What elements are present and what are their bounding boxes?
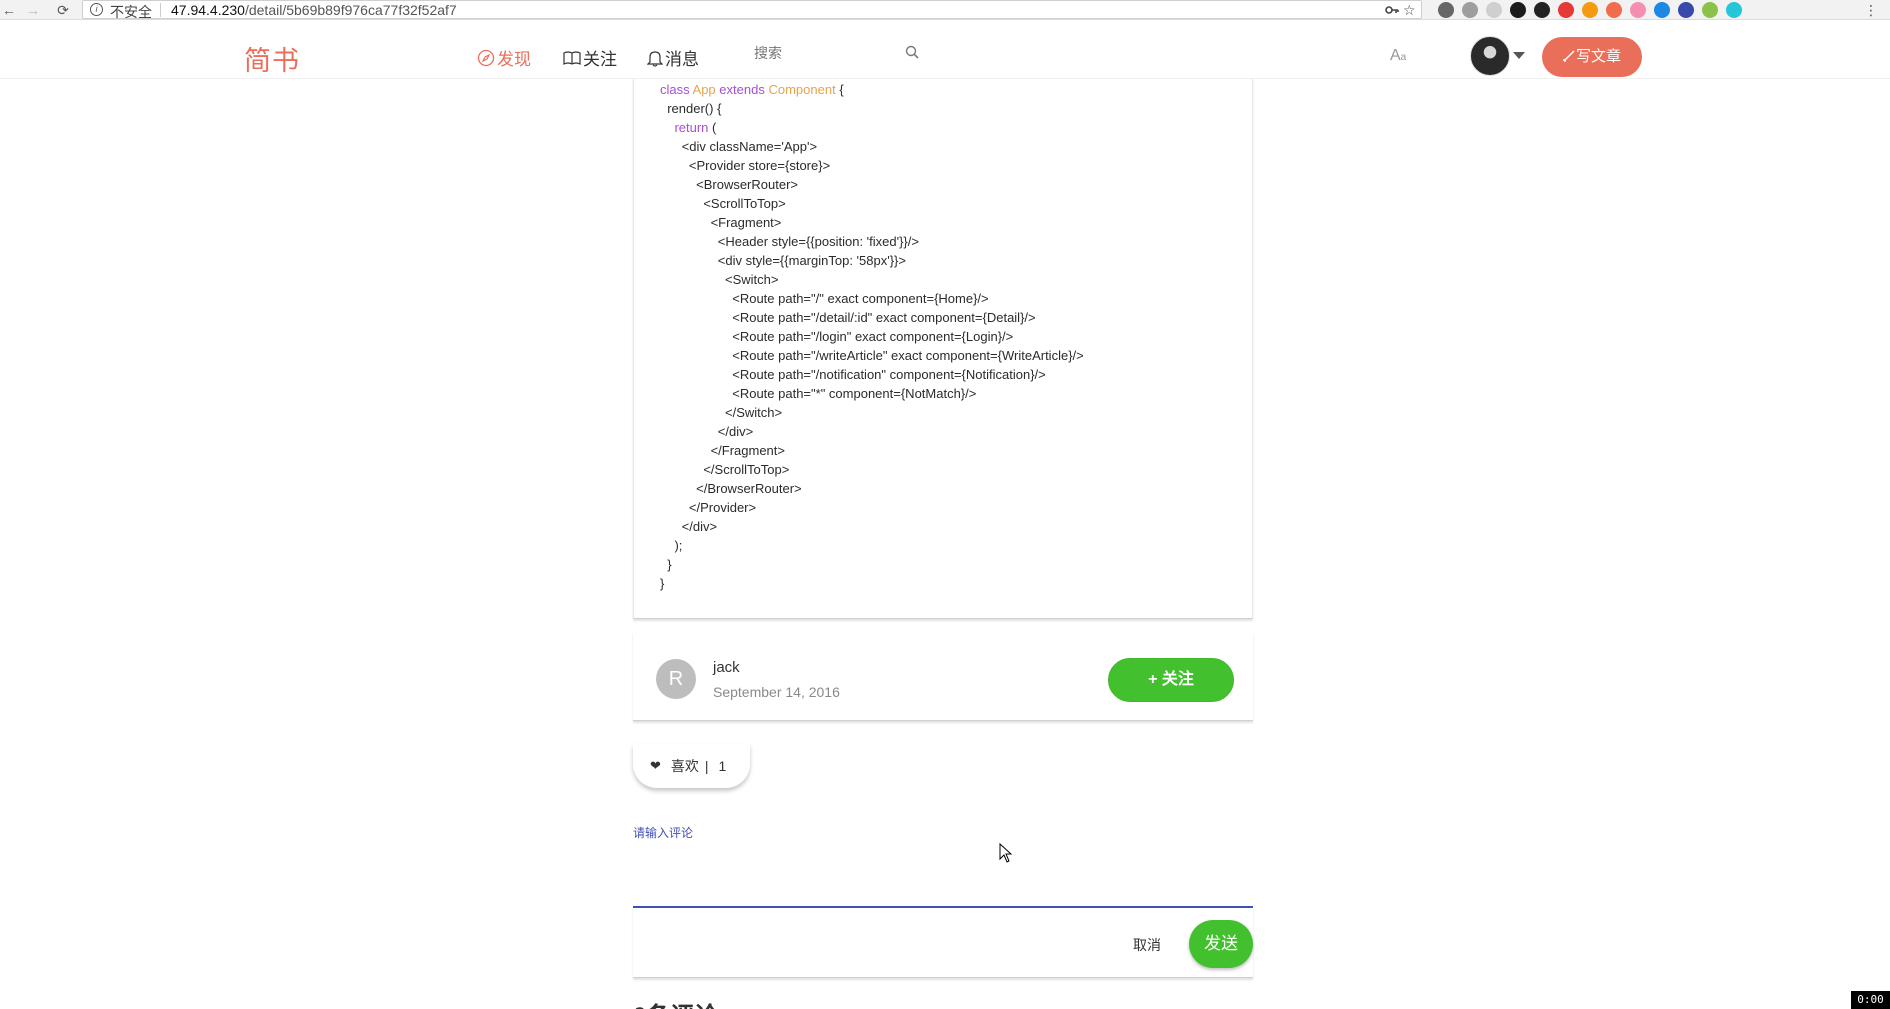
write-article-label: 写文章 — [1575, 48, 1621, 65]
search-icon[interactable] — [905, 45, 919, 59]
code-line: </Provider> — [660, 500, 757, 515]
adblock-plus-icon[interactable] — [1558, 2, 1574, 18]
like-count: 1 — [718, 758, 727, 774]
nav-discover-label: 发现 — [497, 50, 531, 69]
code-line: return ( — [674, 120, 717, 135]
extension-12-icon[interactable] — [1702, 2, 1718, 18]
like-button[interactable]: ❤ 喜欢 | 1 — [633, 744, 750, 788]
url-text[interactable]: 47.94.4.230/detail/5b69b89f976ca77f32f52… — [171, 2, 457, 18]
send-button[interactable]: 发送 — [1189, 920, 1253, 968]
like-divider: | — [704, 758, 709, 774]
code-line: <Route path="/notification" component={N… — [660, 367, 1046, 382]
compass-icon — [477, 49, 495, 66]
omnibox-separator — [160, 3, 161, 17]
write-article-button[interactable]: 写文章 — [1542, 37, 1642, 77]
security-label[interactable]: 不安全 — [110, 2, 152, 22]
extension-2-icon[interactable] — [1462, 2, 1478, 18]
code-line: </div> — [660, 519, 718, 534]
react-devtools-icon[interactable] — [1678, 2, 1694, 18]
nav-discover[interactable]: 发现 — [477, 45, 531, 70]
bookmark-star-icon[interactable]: ☆ — [1403, 2, 1416, 19]
bell-icon — [647, 50, 663, 67]
comment-actions: 取消 发送 — [633, 908, 1253, 978]
code-line: <Route path="/" exact component={Home}/> — [660, 291, 989, 306]
code-line: <Route path="/writeArticle" exact compon… — [660, 348, 1084, 363]
code-line: <div className='App'> — [660, 139, 818, 154]
comment-label: 请输入评论 — [633, 826, 694, 840]
site-header: 简书 发现 关注 消息 Aa 写文章 — [0, 21, 1890, 79]
search-box[interactable] — [740, 35, 930, 71]
code-line: <Switch> — [660, 272, 779, 287]
code-line: <div style={{marginTop: '58px'}}> — [660, 253, 906, 268]
code-line: } — [660, 557, 672, 572]
follow-button[interactable]: + 关注 — [1108, 658, 1234, 702]
search-input[interactable] — [740, 35, 930, 71]
code-block-card: class App extends Component { render() {… — [633, 79, 1253, 619]
nav-following-label: 关注 — [583, 50, 617, 69]
book-icon — [563, 50, 581, 65]
nav-messages[interactable]: 消息 — [647, 45, 699, 70]
extension-9-icon[interactable] — [1630, 2, 1646, 18]
forward-button[interactable]: → — [24, 1, 42, 19]
back-button[interactable]: ← — [0, 1, 18, 19]
code-line: } — [660, 576, 665, 591]
code-line: </Switch> — [660, 405, 783, 420]
reload-button[interactable]: ⟳ — [54, 1, 72, 19]
code-line: <Route path="/login" exact component={Lo… — [660, 329, 1014, 344]
code-line: </ScrollToTop> — [660, 462, 790, 477]
code-block: class App extends Component { render() {… — [660, 80, 1084, 593]
code-line: <Provider store={store}> — [660, 158, 831, 173]
extension-3-icon[interactable] — [1486, 2, 1502, 18]
code-line: class App extends Component { — [660, 82, 844, 97]
code-line: <ScrollToTop> — [660, 196, 786, 211]
address-bar[interactable]: i 不安全 47.94.4.230/detail/5b69b89f976ca77… — [82, 0, 1422, 22]
code-line: ); — [660, 538, 683, 553]
author-name[interactable]: jack — [713, 659, 740, 676]
author-avatar[interactable]: R — [656, 659, 696, 699]
cancel-button[interactable]: 取消 — [1133, 935, 1161, 955]
comment-count-heading: 0条评论 — [633, 996, 718, 1009]
heart-icon: ❤ — [650, 758, 661, 773]
user-avatar[interactable] — [1470, 36, 1510, 76]
comment-textarea[interactable] — [633, 840, 1253, 908]
extension-13-icon[interactable] — [1726, 2, 1742, 18]
key-icon[interactable] — [1385, 4, 1399, 16]
browser-menu-icon[interactable]: ⋮ — [1862, 1, 1880, 19]
font-size-toggle[interactable]: Aa — [1390, 47, 1406, 65]
extension-7-icon[interactable] — [1582, 2, 1598, 18]
nav-messages-label: 消息 — [665, 50, 699, 69]
extension-4-icon[interactable] — [1510, 2, 1526, 18]
nav-following[interactable]: 关注 — [563, 45, 617, 70]
code-line: <Route path="*" component={NotMatch}/> — [660, 386, 977, 401]
recording-timer: 0:00 — [1851, 991, 1890, 1009]
extension-5-icon[interactable] — [1534, 2, 1550, 18]
caret-down-icon[interactable] — [1513, 52, 1525, 59]
extension-1-icon[interactable] — [1438, 2, 1454, 18]
code-line: <Header style={{position: 'fixed'}}/> — [660, 234, 919, 249]
mouse-cursor-icon — [999, 843, 1013, 863]
author-card: R jack September 14, 2016 + 关注 — [633, 632, 1253, 721]
code-line: <Fragment> — [660, 215, 782, 230]
code-line: </BrowserRouter> — [660, 481, 802, 496]
info-icon[interactable]: i — [90, 3, 103, 16]
pen-icon — [1563, 50, 1575, 62]
code-line: </Fragment> — [660, 443, 785, 458]
extension-8-icon[interactable] — [1606, 2, 1622, 18]
code-line: <Route path="/detail/:id" exact componen… — [660, 310, 1036, 325]
browser-toolbar: ← → ⟳ i 不安全 47.94.4.230/detail/5b69b89f9… — [0, 0, 1890, 20]
site-logo[interactable]: 简书 — [244, 39, 300, 78]
publish-date: September 14, 2016 — [713, 684, 840, 700]
code-line: render() { — [660, 101, 722, 116]
code-line: </div> — [660, 424, 754, 439]
code-line: <BrowserRouter> — [660, 177, 798, 192]
like-label: 喜欢 — [670, 758, 699, 774]
extension-10-icon[interactable] — [1654, 2, 1670, 18]
